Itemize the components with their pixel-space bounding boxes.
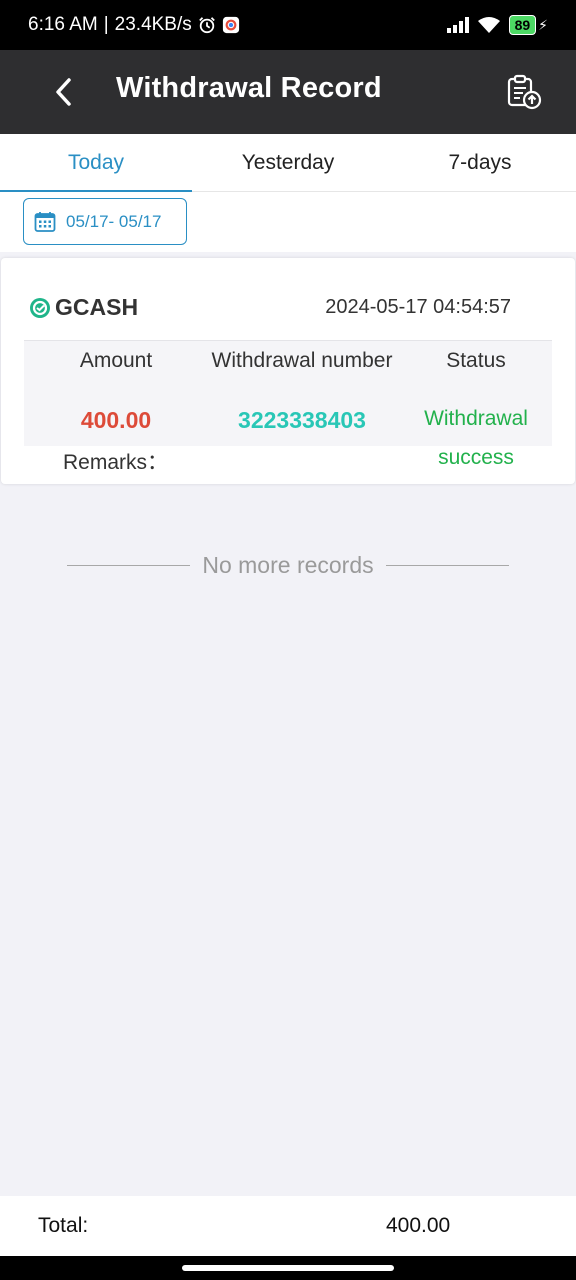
- tab-7-days[interactable]: 7-days: [384, 134, 576, 192]
- total-value: 400.00: [386, 1214, 451, 1237]
- system-nav-bar: [0, 1256, 576, 1280]
- app-header: Withdrawal Record: [0, 50, 576, 134]
- total-footer: Total: 400.00: [0, 1196, 576, 1256]
- status-line-1: Withdrawal: [424, 407, 528, 430]
- payment-method-name: GCASH: [55, 294, 139, 320]
- back-button[interactable]: [44, 70, 84, 114]
- tab-today[interactable]: Today: [0, 134, 192, 193]
- records-upload-button[interactable]: [500, 68, 548, 116]
- date-range-label: 05/17- 05/17: [66, 211, 162, 231]
- alarm-icon: [198, 17, 215, 34]
- chrome-icon: [222, 16, 239, 34]
- chevron-left-icon: [56, 78, 71, 106]
- status-time: 6:16 AM: [28, 14, 98, 35]
- battery-level: 89: [508, 15, 537, 35]
- calendar-icon: [34, 211, 56, 232]
- withdrawal-record-card: GCASH 2024-05-17 04:54:57 Amount Withdra…: [1, 258, 575, 484]
- amount-header: Amount: [79, 349, 153, 372]
- withdrawal-number-header: Withdrawal number: [211, 349, 393, 372]
- home-indicator[interactable]: [182, 1265, 394, 1271]
- divider-left: [67, 564, 191, 566]
- charging-icon: ⚡: [538, 16, 548, 33]
- record-details: Amount Withdrawal number Status 400.00 3…: [24, 340, 552, 469]
- amount-value: 400.00: [80, 407, 152, 433]
- gcash-icon: [30, 297, 50, 318]
- status-line-2: success: [438, 446, 514, 469]
- battery-icon: 89 ⚡: [508, 15, 548, 35]
- period-tabs: Today Yesterday 7-days: [0, 134, 576, 193]
- status-right: 89 ⚡: [446, 15, 548, 35]
- page-title: Withdrawal Record: [116, 72, 382, 104]
- tab-yesterday[interactable]: Yesterday: [192, 134, 384, 192]
- no-more-text: No more records: [202, 551, 374, 578]
- date-range-button[interactable]: 05/17- 05/17: [23, 198, 187, 245]
- status-left: 6:16 AM | 23.4KB/s: [28, 14, 240, 36]
- date-filter-row: 05/17- 05/17: [0, 192, 576, 252]
- remarks-label: Remarks：: [63, 451, 169, 474]
- status-separator: |: [103, 14, 109, 35]
- clipboard-upload-icon: [507, 74, 542, 110]
- divider-right: [385, 564, 509, 566]
- signal-icon: [446, 17, 469, 33]
- payment-method: GCASH: [29, 294, 138, 321]
- withdrawal-number-value: 3223338403: [238, 407, 366, 433]
- no-more-records: No more records: [67, 548, 509, 582]
- status-bar: 6:16 AM | 23.4KB/s 89 ⚡: [0, 0, 576, 50]
- record-datetime: 2024-05-17 04:54:57: [325, 296, 511, 318]
- network-speed: 23.4KB/s: [114, 14, 192, 35]
- total-label: Total:: [38, 1214, 89, 1237]
- wifi-icon: [477, 17, 500, 33]
- status-value: Withdrawal success: [408, 399, 544, 477]
- status-header: Status: [446, 349, 506, 372]
